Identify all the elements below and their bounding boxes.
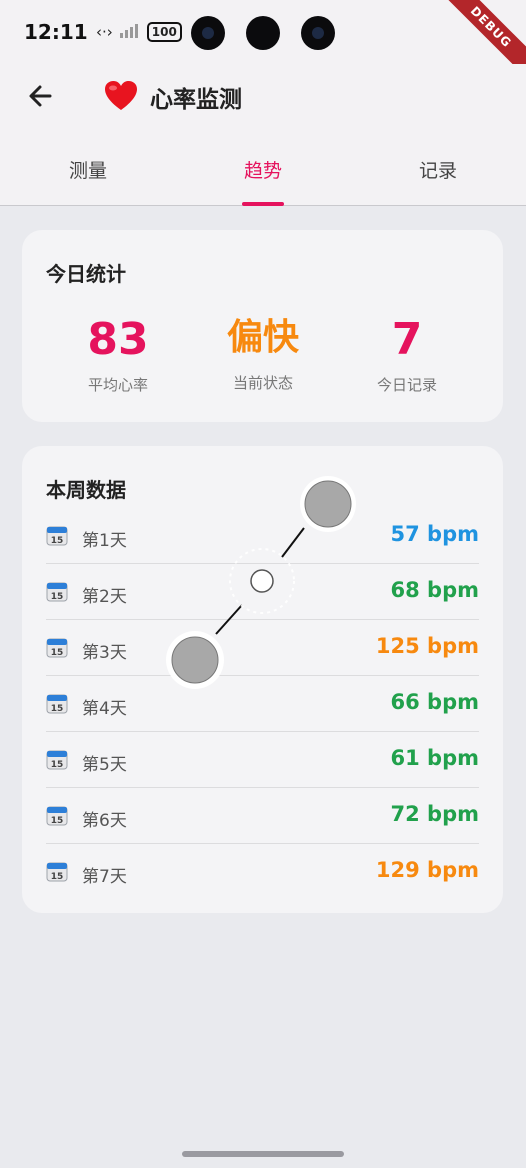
svg-text:15: 15: [51, 592, 64, 602]
list-item: 15 第6天 72 bpm: [46, 788, 479, 844]
row-value: 61 bpm: [390, 746, 479, 770]
stat-value: 偏快: [226, 317, 299, 358]
calendar-icon: 15: [46, 750, 68, 770]
list-item: 15 第3天 125 bpm: [46, 620, 479, 676]
calendar-icon: 15: [46, 638, 68, 658]
calendar-icon: 15: [46, 862, 68, 882]
stat-label: 当前状态: [232, 374, 293, 392]
row-value: 125 bpm: [375, 634, 479, 658]
heart-icon: [105, 81, 137, 110]
status-time: 12:11: [24, 20, 88, 44]
weekly-data-card: 本周数据 15 第1天 57 bpm 15 第2天 68 bpm 15 第3天 …: [22, 446, 503, 913]
row-label: 第4天: [82, 699, 127, 719]
status-bar: 12:11 ‹·› 100: [0, 0, 526, 64]
stat-current-status: 偏快 当前状态: [188, 310, 338, 393]
row-label: 第7天: [82, 867, 127, 887]
home-indicator[interactable]: [182, 1151, 344, 1157]
svg-text:15: 15: [51, 872, 64, 882]
page-title: 心率监测: [150, 87, 242, 113]
list-item: 15 第7天 129 bpm: [46, 844, 479, 900]
camera-icon: [246, 16, 280, 50]
camera-icon: [301, 16, 335, 50]
app-bar: 心率监测: [0, 64, 526, 130]
row-label: 第6天: [82, 811, 127, 831]
list-item: 15 第2天 68 bpm: [46, 564, 479, 620]
back-arrow-icon[interactable]: [24, 78, 60, 114]
tab-indicator: [242, 202, 284, 206]
stat-value: 7: [391, 314, 423, 365]
today-stats-card: 今日统计 83 平均心率 偏快 当前状态 7 今日记录: [22, 230, 503, 422]
row-value: 68 bpm: [390, 578, 479, 602]
svg-text:15: 15: [51, 704, 64, 714]
status-icons: ‹·› 100: [96, 22, 182, 42]
row-label: 第1天: [82, 531, 127, 551]
row-label: 第5天: [82, 755, 127, 775]
signal-icon: [119, 22, 141, 42]
row-value: 129 bpm: [375, 858, 479, 882]
calendar-icon: 15: [46, 694, 68, 714]
calendar-icon: 15: [46, 582, 68, 602]
tab-measure[interactable]: 测量: [28, 156, 148, 183]
row-value: 57 bpm: [390, 522, 479, 546]
stat-label: 平均心率: [87, 376, 148, 394]
calendar-icon: 15: [46, 526, 68, 546]
svg-text:15: 15: [51, 536, 64, 546]
battery-indicator: 100: [146, 22, 182, 42]
list-item: 15 第1天 57 bpm: [46, 508, 479, 564]
row-label: 第3天: [82, 643, 127, 663]
stat-average-heart-rate: 83 平均心率: [43, 312, 193, 395]
svg-text:15: 15: [51, 816, 64, 826]
row-value: 72 bpm: [390, 802, 479, 826]
tab-trend[interactable]: 趋势: [203, 156, 323, 183]
row-value: 66 bpm: [390, 690, 479, 714]
svg-text:15: 15: [51, 648, 64, 658]
row-label: 第2天: [82, 587, 127, 607]
stat-value: 83: [87, 314, 149, 365]
tab-bar: 测量 趋势 记录: [0, 130, 526, 206]
svg-text:15: 15: [51, 760, 64, 770]
calendar-icon: 15: [46, 806, 68, 826]
tab-records[interactable]: 记录: [378, 156, 498, 183]
list-item: 15 第4天 66 bpm: [46, 676, 479, 732]
camera-icon: [191, 16, 225, 50]
list-item: 15 第5天 61 bpm: [46, 732, 479, 788]
card-title: 本周数据: [46, 478, 126, 502]
data-transfer-icon: ‹·›: [96, 23, 113, 41]
stat-label: 今日记录: [376, 376, 437, 394]
stat-today-records: 7 今日记录: [332, 312, 482, 395]
card-title: 今日统计: [46, 262, 126, 286]
